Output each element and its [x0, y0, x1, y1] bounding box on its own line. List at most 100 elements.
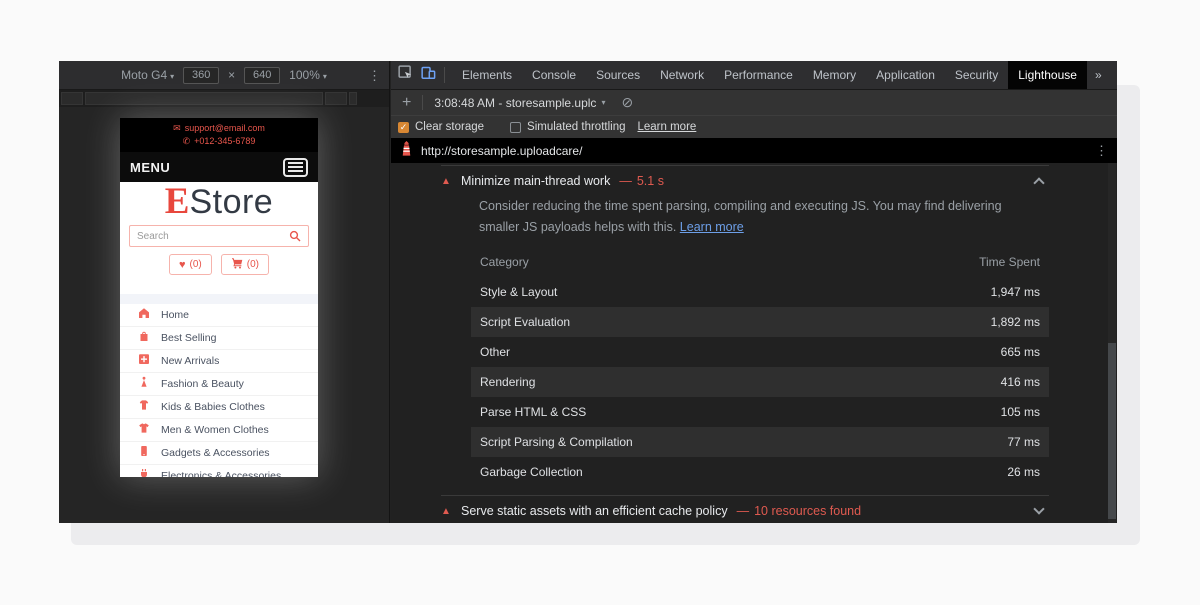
lighthouse-options-bar: ✓ Clear storage Simulated throttling Lea…: [391, 116, 1117, 138]
table-header: Category Time Spent: [471, 251, 1049, 273]
table-row: Style & Layout1,947 ms: [471, 277, 1049, 307]
bag-icon: [138, 329, 150, 347]
hamburger-icon[interactable]: [283, 158, 308, 177]
support-phone[interactable]: ✆+012-345-6789: [120, 135, 318, 148]
new-report-button[interactable]: +: [391, 94, 422, 112]
zoom-select[interactable]: 100%▾: [289, 68, 327, 82]
tab-security[interactable]: Security: [945, 61, 1008, 89]
nav-item-fashion[interactable]: Fashion & Beauty: [120, 373, 318, 396]
device-toggle-icon[interactable]: [421, 65, 436, 85]
smartphone-icon: [138, 444, 150, 462]
audit-learn-more-link[interactable]: Learn more: [680, 220, 744, 234]
report-selector[interactable]: 3:08:48 AM - storesample.uplc: [434, 96, 596, 110]
mobile-menu-bar: MENU: [120, 152, 318, 182]
logo-letter: E: [165, 181, 190, 222]
device-width-field[interactable]: 360: [183, 67, 219, 84]
chevron-down-icon: ▾: [601, 98, 605, 107]
chevron-up-icon[interactable]: [1033, 177, 1044, 188]
support-email[interactable]: ✉support@email.com: [120, 122, 318, 135]
tab-console[interactable]: Console: [522, 61, 586, 89]
throttling-label: Simulated throttling: [527, 121, 625, 133]
tab-performance[interactable]: Performance: [714, 61, 803, 89]
menu-label: MENU: [130, 160, 170, 175]
plus-square-icon: [138, 352, 150, 370]
nav-item-men-women[interactable]: Men & Women Clothes: [120, 419, 318, 442]
table-row: Garbage Collection26 ms: [471, 457, 1049, 487]
warning-triangle-icon: ▲: [441, 506, 461, 517]
nav-item-new-arrivals[interactable]: New Arrivals: [120, 350, 318, 373]
category-column-header: Category: [480, 255, 529, 269]
wishlist-button[interactable]: ♥ (0): [169, 254, 212, 275]
table-row: Script Parsing & Compilation77 ms: [471, 427, 1049, 457]
divider: [444, 67, 445, 83]
tab-network[interactable]: Network: [650, 61, 714, 89]
ruler-segment: [85, 92, 323, 105]
tab-elements[interactable]: Elements: [452, 61, 522, 89]
device-toolbar-menu-icon[interactable]: ⋮: [368, 68, 381, 84]
divider: [441, 495, 1049, 496]
home-icon: [138, 306, 150, 324]
table-row: Parse HTML & CSS105 ms: [471, 397, 1049, 427]
inspect-icon[interactable]: [398, 65, 413, 85]
audited-url: http://storesample.uploadcare/: [421, 144, 582, 158]
section-divider: [120, 294, 318, 304]
nav-item-kids[interactable]: Kids & Babies Clothes: [120, 396, 318, 419]
nav-item-gadgets[interactable]: Gadgets & Accessories: [120, 442, 318, 465]
shop-buttons: ♥ (0) (0): [120, 254, 318, 275]
throttling-learn-more-link[interactable]: Learn more: [638, 121, 697, 133]
contact-bar: ✉support@email.com ✆+012-345-6789: [120, 118, 318, 152]
media-query-bar: [59, 90, 389, 107]
dress-icon: [138, 375, 150, 393]
audit-value: 10 resources found: [754, 504, 861, 518]
tab-lighthouse[interactable]: Lighthouse: [1008, 61, 1087, 89]
times-label: ×: [228, 68, 235, 82]
tab-memory[interactable]: Memory: [803, 61, 866, 89]
search-box: [129, 225, 309, 247]
clear-storage-label: Clear storage: [415, 121, 484, 133]
chevron-down-icon: ▾: [323, 72, 327, 81]
nav-item-electronics[interactable]: Electronics & Accessories: [120, 465, 318, 477]
devtools-tabbar: Elements Console Sources Network Perform…: [391, 61, 1117, 90]
table-row: Other665 ms: [471, 337, 1049, 367]
tab-sources[interactable]: Sources: [586, 61, 650, 89]
scrollbar-thumb[interactable]: [1108, 343, 1116, 519]
clear-reports-icon[interactable]: ⊘: [621, 94, 633, 111]
ruler-segment: [349, 92, 357, 105]
device-emulation-pane: Moto G4▾ 360 × 640 100%▾ ⋮ ✉support@emai…: [59, 61, 390, 523]
search-input[interactable]: [130, 231, 289, 242]
heart-icon: ♥: [179, 259, 186, 271]
divider: [441, 165, 1049, 166]
devtools-pane: Elements Console Sources Network Perform…: [391, 61, 1117, 523]
cart-icon: [231, 257, 243, 272]
store-logo[interactable]: EStore: [120, 181, 318, 223]
chevron-down-icon: ▾: [170, 72, 174, 81]
lighthouse-report-bar: + 3:08:48 AM - storesample.uplc ▾ ⊘: [391, 90, 1117, 116]
audit-description: Consider reducing the time spent parsing…: [479, 196, 1039, 238]
warning-triangle-icon: ▲: [441, 176, 461, 187]
device-toolbar: Moto G4▾ 360 × 640 100%▾ ⋮: [59, 61, 389, 90]
ruler-segment: [325, 92, 347, 105]
more-tabs-icon[interactable]: »: [1087, 61, 1110, 89]
nav-item-best-selling[interactable]: Best Selling: [120, 327, 318, 350]
clear-storage-checkbox[interactable]: ✓: [398, 122, 409, 133]
chevron-down-icon[interactable]: [1033, 503, 1044, 514]
ruler-segment: [61, 92, 83, 105]
logo-text: Store: [189, 183, 273, 221]
cart-button[interactable]: (0): [221, 254, 269, 275]
mobile-nav: Home Best Selling New Arrivals Fashion &…: [120, 304, 318, 477]
device-select[interactable]: Moto G4▾: [121, 68, 174, 82]
plug-icon: [138, 467, 150, 477]
url-menu-icon[interactable]: ⋮: [1095, 143, 1108, 159]
audit-minimize-main-thread[interactable]: ▲ Minimize main-thread work — 5.1 s: [441, 170, 1049, 192]
devtools-window: Moto G4▾ 360 × 640 100%▾ ⋮ ✉support@emai…: [59, 61, 1117, 523]
tab-application[interactable]: Application: [866, 61, 945, 89]
device-height-field[interactable]: 640: [244, 67, 280, 84]
lighthouse-report-content: ▲ Minimize main-thread work — 5.1 s Cons…: [391, 163, 1117, 523]
search-icon[interactable]: [289, 230, 301, 242]
simulated-throttling-checkbox[interactable]: [510, 122, 521, 133]
nav-item-home[interactable]: Home: [120, 304, 318, 327]
audit-value: 5.1 s: [637, 174, 664, 188]
divider: [422, 95, 423, 110]
audited-url-bar: http://storesample.uploadcare/ ⋮: [391, 138, 1117, 163]
audit-cache-policy[interactable]: ▲ Serve static assets with an efficient …: [441, 499, 1049, 523]
